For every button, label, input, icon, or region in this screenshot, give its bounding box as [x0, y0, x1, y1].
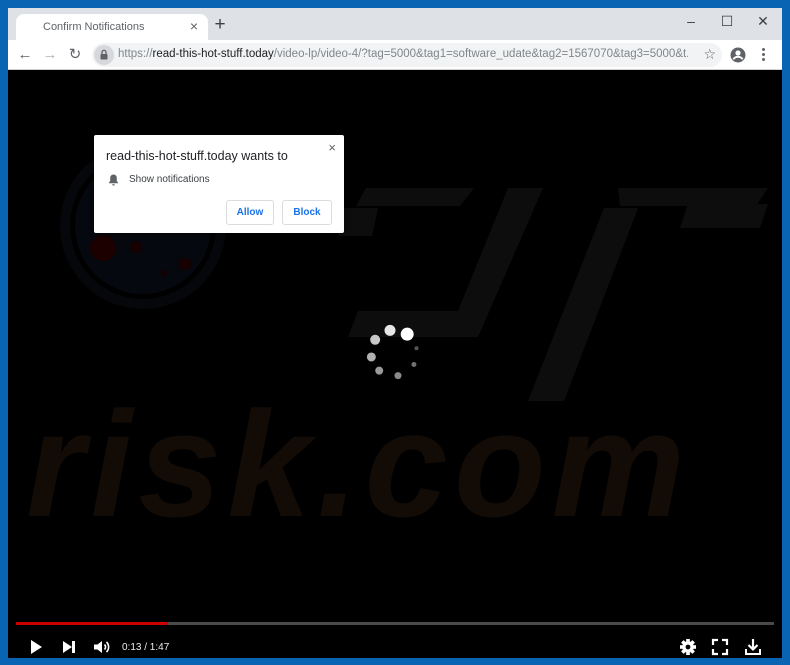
site-info-button[interactable] [94, 45, 114, 65]
bookmark-star-icon[interactable]: ☆ [703, 46, 716, 63]
spinner-dot [414, 346, 419, 351]
back-button[interactable]: ← [15, 45, 35, 65]
next-icon[interactable] [59, 637, 79, 657]
block-button[interactable]: Block [282, 200, 332, 225]
account-icon[interactable] [730, 47, 746, 63]
tab-title: Confirm Notifications [43, 21, 145, 33]
spinner-dot [394, 372, 402, 380]
forward-button[interactable]: → [40, 45, 60, 65]
close-tab-icon[interactable]: × [186, 18, 202, 34]
url-path: /video-lp/video-4/?tag=5000&tag1=softwar… [273, 48, 688, 60]
lock-icon [100, 49, 108, 60]
page-content: risk.com read-this-hot-stuff.today wants… [8, 71, 782, 658]
video-progress-bar[interactable] [16, 622, 774, 625]
browser-window: Confirm Notifications × + – ☐ ✕ ← → ↻ ht… [8, 8, 782, 658]
popup-title: read-this-hot-stuff.today wants to [106, 149, 288, 163]
spinner-dot [411, 362, 417, 367]
reload-button[interactable]: ↻ [65, 45, 85, 65]
tab-strip: Confirm Notifications × + – ☐ ✕ [8, 8, 782, 40]
download-icon[interactable] [743, 637, 763, 657]
allow-button[interactable]: Allow [226, 200, 274, 225]
notification-permission-popup: read-this-hot-stuff.today wants to × Sho… [94, 135, 344, 233]
url-text[interactable]: https://read-this-hot-stuff.today/video-… [118, 48, 688, 60]
spinner-dot [366, 352, 376, 362]
spinner-dot [375, 366, 384, 375]
fullscreen-icon[interactable] [710, 637, 730, 657]
play-icon[interactable] [26, 637, 46, 657]
volume-icon[interactable] [92, 637, 112, 657]
address-bar[interactable]: https://read-this-hot-stuff.today/video-… [92, 43, 722, 67]
toolbar: ← → ↻ https://read-this-hot-stuff.today/… [8, 40, 782, 70]
url-scheme: https:// [118, 48, 153, 60]
maximize-button[interactable]: ☐ [708, 10, 746, 32]
url-host: read-this-hot-stuff.today [152, 48, 274, 60]
minimize-button[interactable]: – [672, 10, 710, 32]
menu-icon[interactable] [758, 46, 768, 64]
spinner-dot [384, 324, 396, 336]
tab-confirm-notifications[interactable]: Confirm Notifications × [16, 14, 208, 40]
spinner-dot [400, 327, 414, 341]
new-tab-button[interactable]: + [212, 15, 228, 34]
spinner-dot [370, 334, 381, 345]
bell-icon [109, 174, 118, 186]
close-window-button[interactable]: ✕ [744, 10, 782, 32]
popup-close-icon[interactable]: × [328, 140, 336, 155]
video-time: 0:13 / 1:47 [122, 642, 170, 653]
video-progress-played [16, 622, 168, 625]
permission-label: Show notifications [129, 174, 210, 185]
settings-gear-icon[interactable] [678, 637, 698, 657]
